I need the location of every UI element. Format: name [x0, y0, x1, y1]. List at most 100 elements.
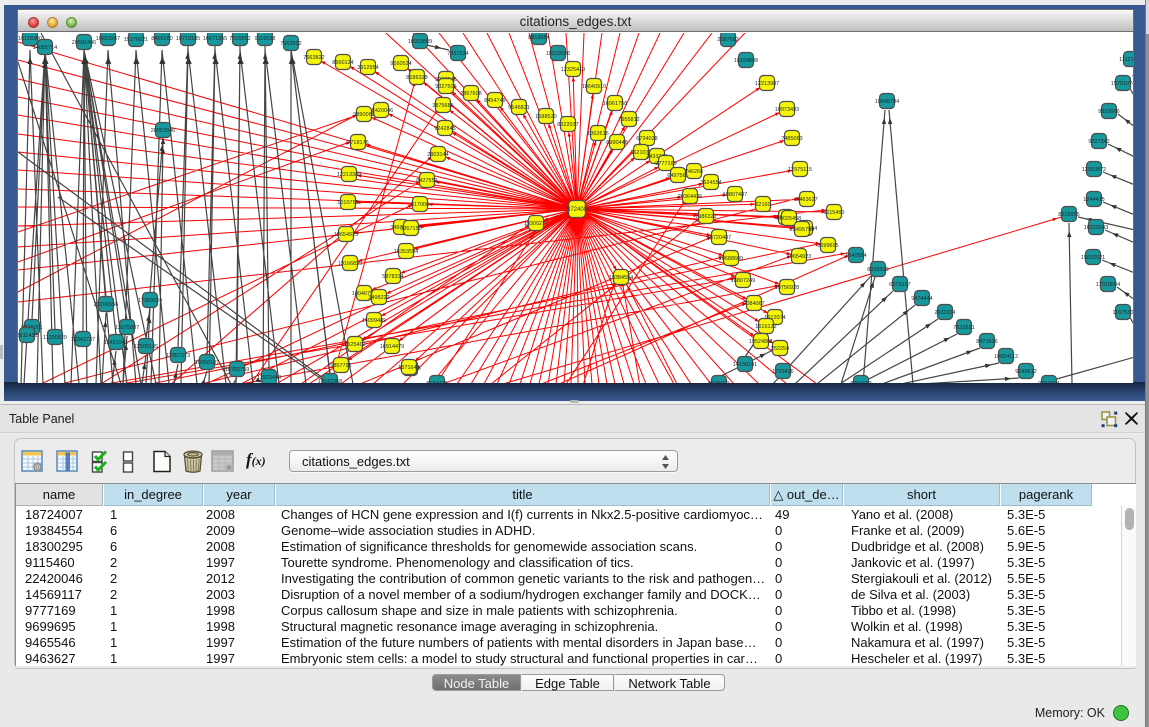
- svg-text:11451941: 11451941: [104, 340, 128, 346]
- svg-text:11121047: 11121047: [1119, 57, 1133, 63]
- svg-text:9245002: 9245002: [708, 381, 729, 383]
- svg-text:16210643: 16210643: [1084, 225, 1108, 231]
- svg-text:9084067: 9084067: [743, 301, 764, 307]
- svg-text:8427552: 8427552: [416, 178, 437, 184]
- svg-text:2933114: 2933114: [934, 310, 955, 316]
- svg-text:252254: 252254: [771, 346, 789, 352]
- svg-text:7632621: 7632621: [953, 325, 974, 331]
- svg-text:3911431: 3911431: [18, 333, 38, 339]
- svg-text:20053346: 20053346: [151, 128, 175, 134]
- svg-text:15276021: 15276021: [124, 37, 148, 43]
- svg-text:12213987: 12213987: [755, 81, 779, 87]
- svg-text:12342737: 12342737: [71, 337, 95, 343]
- svg-text:8471626: 8471626: [976, 339, 997, 345]
- svg-text:19300273: 19300273: [524, 221, 548, 227]
- svg-text:817006: 817006: [411, 202, 429, 208]
- svg-text:9793304: 9793304: [1038, 381, 1059, 383]
- svg-text:2087682: 2087682: [717, 37, 738, 43]
- svg-text:7357224: 7357224: [447, 51, 468, 57]
- svg-text:18640910: 18640910: [582, 84, 606, 90]
- svg-text:2718176: 2718176: [347, 140, 368, 146]
- svg-text:19654925: 19654925: [334, 232, 358, 238]
- svg-text:10688609: 10688609: [719, 256, 743, 262]
- svg-text:8466160: 8466160: [151, 36, 172, 42]
- svg-text:9119538: 9119538: [254, 36, 275, 42]
- svg-text:9115460: 9115460: [823, 210, 844, 216]
- svg-text:3498222: 3498222: [368, 295, 389, 301]
- svg-text:9242845: 9242845: [434, 126, 455, 132]
- svg-text:9160524: 9160524: [390, 61, 411, 67]
- svg-text:19654923: 19654923: [787, 254, 811, 260]
- svg-text:10653267: 10653267: [96, 36, 120, 42]
- svg-text:7663822: 7663822: [280, 41, 301, 47]
- svg-text:16782759: 16782759: [225, 367, 249, 373]
- svg-text:14055714: 14055714: [33, 45, 57, 51]
- svg-text:23495758: 23495758: [790, 227, 814, 233]
- svg-text:8964003: 8964003: [850, 381, 871, 383]
- svg-text:20364436: 20364436: [678, 194, 702, 200]
- svg-text:1571643: 1571643: [398, 365, 419, 371]
- svg-text:9529966: 9529966: [1098, 109, 1119, 115]
- svg-text:1167530: 1167530: [1112, 310, 1133, 316]
- svg-text:7625402: 7625402: [344, 342, 365, 348]
- svg-text:12505135: 12505135: [134, 344, 158, 350]
- svg-text:2803144: 2803144: [427, 152, 448, 158]
- svg-text:15353594: 15353594: [394, 249, 418, 255]
- svg-text:10958107: 10958107: [195, 360, 219, 366]
- svg-text:8454749: 8454749: [484, 98, 505, 104]
- svg-text:17359924: 17359924: [138, 298, 162, 304]
- svg-text:1588520: 1588520: [535, 114, 556, 120]
- svg-text:1362615: 1362615: [587, 131, 608, 137]
- svg-text:1615132: 1615132: [755, 324, 776, 330]
- svg-text:16961758: 16961758: [603, 101, 627, 107]
- svg-text:18807249: 18807249: [731, 278, 755, 284]
- svg-text:10973493: 10973493: [775, 107, 799, 113]
- svg-text:6734028: 6734028: [636, 136, 657, 142]
- svg-text:8134415: 8134415: [426, 381, 447, 383]
- svg-text:11923448: 11923448: [257, 375, 281, 381]
- svg-text:10242358: 10242358: [318, 379, 342, 383]
- svg-text:1010755: 1010755: [337, 200, 358, 206]
- svg-text:19166825: 19166825: [338, 261, 362, 267]
- svg-text:8322037: 8322037: [557, 122, 578, 128]
- svg-text:19218506: 19218506: [546, 51, 570, 57]
- svg-text:15892921: 15892921: [1081, 255, 1105, 261]
- svg-text:16671355: 16671355: [203, 36, 227, 42]
- svg-text:16154808: 16154808: [734, 58, 758, 64]
- svg-text:12975115: 12975115: [788, 167, 812, 173]
- svg-text:3912954: 3912954: [357, 65, 378, 71]
- svg-text:9777169: 9777169: [655, 161, 676, 167]
- svg-text:10719185: 10719185: [176, 36, 200, 42]
- svg-text:20206556: 20206556: [94, 302, 118, 308]
- svg-text:9327505: 9327505: [435, 84, 456, 90]
- svg-text:8813054: 8813054: [528, 35, 549, 41]
- svg-text:746266: 746266: [685, 169, 703, 175]
- svg-text:8938923: 8938923: [867, 267, 888, 273]
- svg-text:8186328: 8186328: [406, 75, 427, 81]
- svg-text:12093872: 12093872: [1082, 167, 1106, 173]
- svg-text:8215955: 8215955: [1058, 212, 1079, 218]
- svg-text:9699695: 9699695: [817, 243, 838, 249]
- svg-text:17957273: 17957273: [166, 353, 190, 359]
- svg-text:3624554: 3624554: [700, 180, 721, 186]
- svg-text:20691406: 20691406: [72, 40, 96, 46]
- svg-text:11156829: 11156829: [43, 335, 67, 341]
- svg-text:18720407: 18720407: [707, 235, 731, 241]
- svg-text:19756928: 19756928: [775, 285, 799, 291]
- svg-text:10648784: 10648784: [875, 99, 899, 105]
- svg-text:62160: 62160: [755, 202, 770, 208]
- svg-text:7955812: 7955812: [618, 117, 639, 123]
- svg-text:2867608: 2867608: [460, 91, 481, 97]
- svg-text:10807487: 10807487: [723, 192, 747, 198]
- svg-text:12213389: 12213389: [337, 172, 361, 178]
- svg-text:5878334: 5878334: [382, 274, 403, 280]
- svg-text:9890068: 9890068: [353, 112, 374, 118]
- svg-text:6379197: 6379197: [889, 282, 910, 288]
- svg-text:16914479: 16914479: [380, 344, 404, 350]
- svg-text:1244415: 1244415: [1083, 197, 1104, 203]
- svg-text:15751074: 15751074: [1111, 81, 1133, 87]
- svg-text:10654112: 10654112: [994, 354, 1018, 360]
- svg-text:6990448: 6990448: [606, 140, 627, 146]
- svg-text:7515552: 7515552: [229, 36, 250, 42]
- svg-text:9857791: 9857791: [330, 363, 351, 369]
